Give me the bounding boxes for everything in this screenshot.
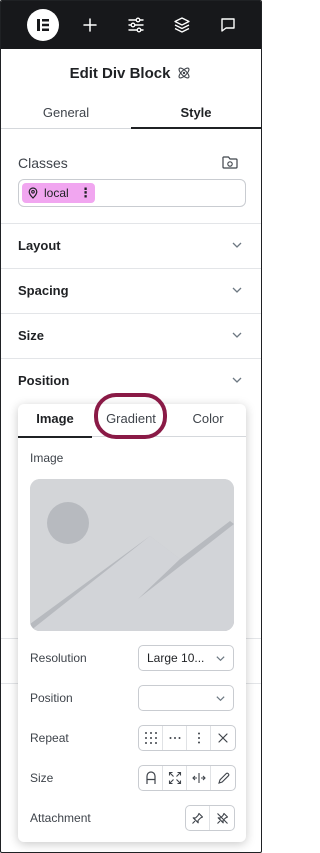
size-toggle-group [138, 765, 236, 791]
letter-a-icon [145, 771, 156, 784]
chip-menu-icon[interactable]: ⋮ [79, 185, 92, 201]
panel-header: Edit Div Block [1, 61, 261, 85]
manage-classes-button[interactable] [221, 153, 239, 171]
folder-palette-icon [222, 156, 238, 169]
attachment-label: Attachment [30, 811, 91, 825]
structure-button[interactable] [170, 13, 194, 37]
section-layout[interactable]: Layout [1, 223, 261, 268]
repeat-button[interactable] [139, 726, 163, 750]
tab-color[interactable]: Color [170, 404, 246, 437]
resolution-value: Large 10... [147, 651, 205, 665]
chevron-down-icon [232, 332, 242, 338]
atom-icon [178, 67, 190, 79]
attachment-scroll-button[interactable] [210, 806, 234, 830]
highlight-ring [94, 393, 167, 439]
dots-horizontal-icon [169, 737, 180, 739]
pin-off-icon [216, 812, 228, 824]
grid-dots-icon [144, 732, 157, 744]
page-title: Edit Div Block [69, 64, 171, 82]
map-pin-icon [28, 187, 38, 199]
comments-button[interactable] [216, 13, 240, 37]
settings-button[interactable] [124, 13, 148, 37]
expand-arrows-icon [168, 771, 181, 785]
position-select[interactable] [138, 685, 234, 711]
chevron-down-icon [232, 242, 242, 248]
comment-icon [221, 18, 235, 32]
size-contain-button[interactable] [187, 766, 211, 790]
chevron-down-icon [216, 656, 225, 662]
layers-icon [174, 17, 190, 33]
size-label: Size [30, 771, 54, 785]
sliders-icon [128, 17, 144, 33]
section-label: Layout [18, 238, 61, 253]
panel-tabs: General Style [1, 101, 261, 129]
arrows-horizontal-icon [191, 773, 206, 783]
pin-icon [192, 812, 204, 824]
classes-input[interactable]: local ⋮ [18, 179, 246, 207]
repeat-toggle-group [138, 725, 236, 751]
size-auto-button[interactable] [139, 766, 163, 790]
position-label: Position [30, 691, 73, 705]
elementor-logo-icon [37, 19, 49, 31]
section-label: Position [18, 373, 70, 388]
tab-style[interactable]: Style [131, 101, 261, 129]
image-label: Image [30, 451, 64, 465]
add-element-button[interactable] [78, 13, 102, 37]
chevron-down-icon [232, 377, 242, 383]
repeat-x-button[interactable] [163, 726, 187, 750]
top-toolbar [1, 1, 261, 49]
pencil-icon [217, 772, 229, 784]
background-popover: Image Gradient Color Image Resolution La… [18, 393, 246, 842]
classes-label: Classes [18, 155, 68, 171]
elementor-logo-button[interactable] [27, 9, 59, 41]
plus-icon [83, 18, 97, 32]
tab-image[interactable]: Image [18, 404, 92, 438]
image-placeholder[interactable] [30, 479, 234, 631]
section-label: Spacing [18, 283, 69, 298]
editor-panel: Edit Div Block General Style Classes loc… [0, 0, 262, 853]
section-spacing[interactable]: Spacing [1, 268, 261, 313]
close-icon [218, 733, 228, 743]
tab-general[interactable]: General [1, 101, 131, 128]
class-chip-local[interactable]: local ⋮ [22, 183, 95, 203]
resolution-label: Resolution [30, 651, 87, 665]
section-label: Size [18, 328, 45, 343]
class-chip-label: local [44, 186, 69, 200]
repeat-label: Repeat [30, 731, 69, 745]
attachment-toggle-group [185, 805, 235, 831]
size-custom-button[interactable] [211, 766, 235, 790]
dots-vertical-icon [197, 732, 200, 744]
section-size[interactable]: Size [1, 313, 261, 358]
image-placeholder-icon [30, 479, 234, 631]
no-repeat-button[interactable] [211, 726, 235, 750]
attachment-fixed-button[interactable] [186, 806, 210, 830]
chevron-down-icon [216, 696, 225, 702]
repeat-y-button[interactable] [187, 726, 211, 750]
chevron-down-icon [232, 287, 242, 293]
size-cover-button[interactable] [163, 766, 187, 790]
resolution-select[interactable]: Large 10... [138, 645, 234, 671]
